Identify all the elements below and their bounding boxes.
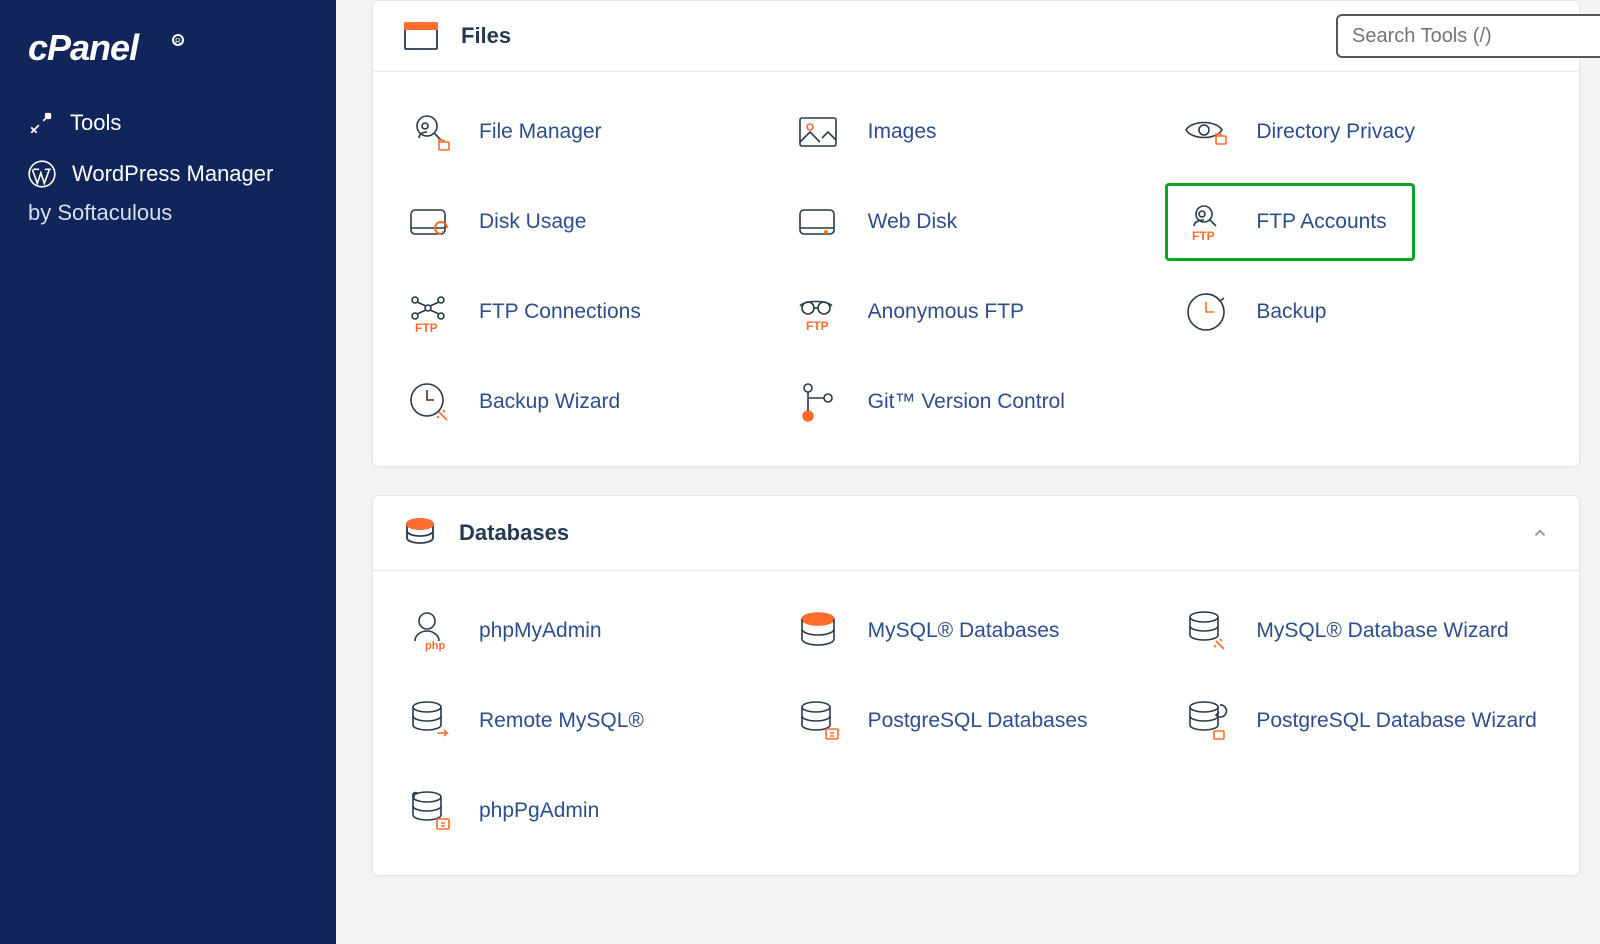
tool-phppgadmin[interactable]: phpPgAdmin xyxy=(397,781,778,841)
tool-label: Backup xyxy=(1256,300,1326,324)
tool-label: Anonymous FTP xyxy=(868,300,1024,324)
sidebar: cPanel R Tools WordPress Manager by Soft… xyxy=(0,0,336,944)
tool-label: Web Disk xyxy=(868,210,957,234)
tool-label: File Manager xyxy=(479,120,602,144)
tool-label: Git™ Version Control xyxy=(868,390,1065,414)
sidebar-item-sublabel: by Softaculous xyxy=(0,196,336,226)
mysql-wizard-icon xyxy=(1178,603,1234,659)
search-wrap xyxy=(1336,14,1600,58)
tool-backup[interactable]: Backup xyxy=(1174,282,1555,342)
tool-mysql-wizard[interactable]: MySQL® Database Wizard xyxy=(1174,601,1555,661)
tool-pg-wizard[interactable]: PostgreSQL Database Wizard xyxy=(1174,691,1555,751)
database-icon xyxy=(403,516,437,550)
tool-backup-wizard[interactable]: Backup Wizard xyxy=(397,372,778,432)
tool-remote-mysql[interactable]: Remote MySQL® xyxy=(397,691,778,751)
tool-ftp-accounts[interactable]: FTP FTP Accounts xyxy=(1165,183,1415,261)
web-disk-icon xyxy=(790,194,846,250)
tool-git[interactable]: Git™ Version Control xyxy=(786,372,1167,432)
directory-privacy-icon xyxy=(1178,104,1234,160)
tool-label: MySQL® Databases xyxy=(868,619,1060,643)
tool-label: FTP Accounts xyxy=(1256,210,1386,234)
main-content: Files File Manager xyxy=(336,0,1600,944)
section-files: Files File Manager xyxy=(372,0,1580,467)
tool-label: MySQL® Database Wizard xyxy=(1256,619,1508,643)
tool-ftp-connections[interactable]: FTP FTP Connections xyxy=(397,282,778,342)
anonymous-ftp-icon: FTP xyxy=(790,284,846,340)
tool-label: Images xyxy=(868,120,937,144)
git-icon xyxy=(790,374,846,430)
section-databases: Databases php phpMyAdmin xyxy=(372,495,1580,876)
phpmyadmin-icon: php xyxy=(401,603,457,659)
tool-label: Backup Wizard xyxy=(479,390,620,414)
tool-anonymous-ftp[interactable]: FTP Anonymous FTP xyxy=(786,282,1167,342)
disk-usage-icon xyxy=(401,194,457,250)
remote-mysql-icon xyxy=(401,693,457,749)
sidebar-item-label: WordPress Manager xyxy=(72,161,273,187)
tools-icon xyxy=(28,110,54,136)
svg-text:FTP: FTP xyxy=(415,321,438,335)
wordpress-icon xyxy=(28,160,56,188)
phppgadmin-icon xyxy=(401,783,457,839)
search-input[interactable] xyxy=(1336,14,1600,58)
tool-disk-usage[interactable]: Disk Usage xyxy=(397,192,778,252)
svg-text:php: php xyxy=(425,640,445,652)
chevron-up-icon xyxy=(1531,524,1549,542)
tool-label: phpPgAdmin xyxy=(479,799,599,823)
tool-label: Directory Privacy xyxy=(1256,120,1415,144)
sidebar-item-label: Tools xyxy=(70,110,121,136)
tool-label: PostgreSQL Databases xyxy=(868,709,1088,733)
sidebar-item-tools[interactable]: Tools xyxy=(0,98,336,148)
ftp-accounts-icon: FTP xyxy=(1178,194,1234,250)
svg-text:R: R xyxy=(175,37,181,46)
svg-text:FTP: FTP xyxy=(806,319,829,333)
tool-label: PostgreSQL Database Wizard xyxy=(1256,709,1537,733)
tool-label: Disk Usage xyxy=(479,210,586,234)
tool-label: phpMyAdmin xyxy=(479,619,602,643)
tool-pg-db[interactable]: PostgreSQL Databases xyxy=(786,691,1167,751)
tool-label: FTP Connections xyxy=(479,300,641,324)
tool-images[interactable]: Images xyxy=(786,102,1167,162)
svg-text:FTP: FTP xyxy=(1192,229,1215,243)
pg-db-icon xyxy=(790,693,846,749)
tool-file-manager[interactable]: File Manager xyxy=(397,102,778,162)
pg-wizard-icon xyxy=(1178,693,1234,749)
tool-directory-privacy[interactable]: Directory Privacy xyxy=(1174,102,1555,162)
backup-wizard-icon xyxy=(401,374,457,430)
file-manager-icon xyxy=(401,104,457,160)
section-header-databases[interactable]: Databases xyxy=(373,496,1579,571)
sidebar-item-wordpress[interactable]: WordPress Manager xyxy=(0,148,336,200)
files-grid: File Manager Images xyxy=(373,72,1579,466)
section-title: Databases xyxy=(459,520,1531,546)
images-icon xyxy=(790,104,846,160)
ftp-connections-icon: FTP xyxy=(401,284,457,340)
backup-icon xyxy=(1178,284,1234,340)
folder-icon xyxy=(403,21,439,51)
svg-text:cPanel: cPanel xyxy=(28,28,140,68)
mysql-db-icon xyxy=(790,603,846,659)
tool-web-disk[interactable]: Web Disk xyxy=(786,192,1167,252)
tool-phpmyadmin[interactable]: php phpMyAdmin xyxy=(397,601,778,661)
databases-grid: php phpMyAdmin MySQL® Databases xyxy=(373,571,1579,875)
cpanel-logo: cPanel R xyxy=(0,18,336,98)
tool-mysql-db[interactable]: MySQL® Databases xyxy=(786,601,1167,661)
tool-label: Remote MySQL® xyxy=(479,709,644,733)
